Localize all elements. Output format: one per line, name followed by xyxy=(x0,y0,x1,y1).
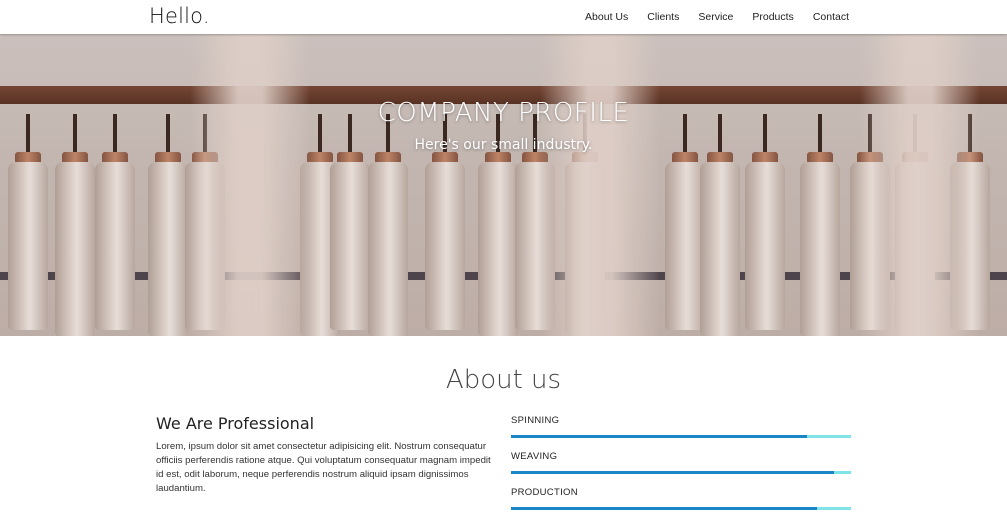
skill-label: WEAVING xyxy=(511,451,558,462)
about-text-column: We Are Professional Lorem, ipsum dolor s… xyxy=(156,414,498,496)
skill-progress-fill xyxy=(511,507,817,510)
skill-progress-fill xyxy=(511,435,807,438)
about-subheading: We Are Professional xyxy=(156,414,315,433)
hero-subtitle: Here's our small industry. xyxy=(414,137,593,153)
skill-label: PRODUCTION xyxy=(511,487,578,498)
skill-weaving: WEAVING xyxy=(511,451,851,474)
nav-item-products[interactable]: Products xyxy=(752,11,793,23)
skill-progress-track xyxy=(511,435,851,438)
skill-progress-fill xyxy=(511,471,834,474)
skill-progress-track xyxy=(511,471,851,474)
nav-item-contact[interactable]: Contact xyxy=(813,11,849,23)
skill-production: PRODUCTION xyxy=(511,487,851,510)
hero-title: COMPANY PROFILE xyxy=(377,98,630,128)
skill-progress-track xyxy=(511,507,851,510)
nav-menu: About Us Clients Service Products Contac… xyxy=(566,0,849,34)
about-heading: About us xyxy=(445,365,562,395)
top-navbar: Hello. About Us Clients Service Products… xyxy=(0,0,1007,34)
nav-item-about-us[interactable]: About Us xyxy=(585,11,628,23)
nav-item-service[interactable]: Service xyxy=(698,11,733,23)
nav-item-clients[interactable]: Clients xyxy=(647,11,679,23)
skills-column: SPINNING WEAVING PRODUCTION xyxy=(511,415,851,523)
hero-banner: COMPANY PROFILE Here's our small industr… xyxy=(0,34,1007,336)
about-paragraph: Lorem, ipsum dolor sit amet consectetur … xyxy=(156,441,491,494)
hero-overlay xyxy=(0,34,1007,336)
skill-spinning: SPINNING xyxy=(511,415,851,438)
brand-logo[interactable]: Hello. xyxy=(149,4,210,28)
skill-label: SPINNING xyxy=(511,415,560,426)
